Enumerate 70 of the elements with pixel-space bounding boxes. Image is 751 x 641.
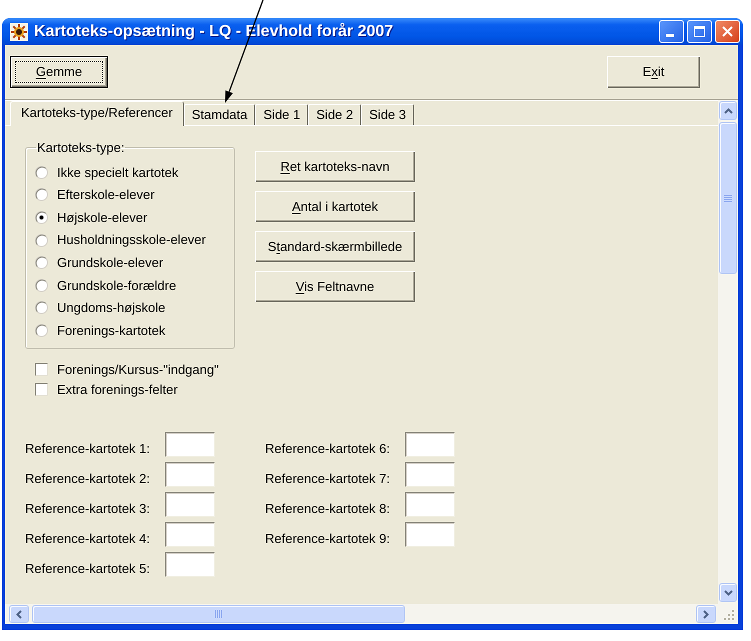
grip-icon <box>215 610 222 618</box>
radio-option[interactable]: Ikke specielt kartotek <box>35 161 230 184</box>
chevron-left-icon <box>16 610 22 618</box>
field-label: Reference-kartotek 9: <box>265 530 392 546</box>
tab[interactable]: Kartoteks-type/Referencer <box>10 101 184 126</box>
maximize-icon <box>694 26 705 37</box>
field-label: Reference-kartotek 8: <box>265 500 392 516</box>
group-label: Kartoteks-type: <box>36 140 126 155</box>
field-label: Reference-kartotek 2: <box>25 470 152 486</box>
text-input[interactable] <box>405 492 455 517</box>
field-label: Reference-kartotek 3: <box>25 500 152 516</box>
close-icon <box>722 26 733 37</box>
text-input[interactable] <box>165 462 215 487</box>
radio-icon[interactable] <box>35 166 48 179</box>
radio-icon[interactable] <box>35 301 48 314</box>
text-input[interactable] <box>405 432 455 457</box>
chevron-up-icon <box>724 108 732 114</box>
radio-icon[interactable] <box>35 256 48 270</box>
maximize-button[interactable] <box>687 20 712 43</box>
text-input[interactable] <box>405 522 455 547</box>
chevron-right-icon <box>703 610 709 618</box>
text-input[interactable] <box>165 432 215 457</box>
radio-option[interactable]: Husholdningsskole-elever <box>35 228 230 252</box>
save-button[interactable]: Gemme <box>10 56 108 88</box>
sunburst-icon <box>10 22 28 40</box>
minimize-icon <box>666 34 674 37</box>
scroll-right-button[interactable] <box>696 605 716 623</box>
scroll-up-button[interactable] <box>719 101 737 120</box>
checkbox-option[interactable]: Forenings/Kursus-"indgang" <box>35 360 219 380</box>
radio-option[interactable]: Grundskole-elever <box>35 251 230 274</box>
tab[interactable]: Side 1 <box>255 104 308 125</box>
field-label: Reference-kartotek 5: <box>25 560 152 576</box>
field-label: Reference-kartotek 4: <box>25 530 152 546</box>
scroll-thumb[interactable] <box>32 605 405 623</box>
checkbox-icon[interactable] <box>35 363 48 376</box>
checkbox-option[interactable]: Extra forenings-felter <box>35 380 178 400</box>
action-button[interactable]: Standard-skærmbillede <box>255 231 415 262</box>
action-button[interactable]: Vis Feltnavne <box>255 271 415 302</box>
radio-option[interactable]: Højskole-elever <box>35 206 230 229</box>
action-button[interactable]: Ret kartoteks-navn <box>255 151 415 182</box>
scroll-down-button[interactable] <box>719 583 737 602</box>
text-input[interactable] <box>165 492 215 517</box>
text-input[interactable] <box>405 462 455 487</box>
tab[interactable]: Side 2 <box>308 104 362 125</box>
close-button[interactable] <box>715 20 740 43</box>
tab[interactable]: Stamdata <box>184 104 256 125</box>
radio-icon[interactable] <box>35 278 48 292</box>
radio-option[interactable]: Ungdoms-højskole <box>35 296 230 320</box>
text-input[interactable] <box>165 522 215 547</box>
radio-icon[interactable] <box>35 234 48 247</box>
field-label: Reference-kartotek 1: <box>25 440 152 456</box>
radio-option[interactable]: Forenings-kartotek <box>35 319 230 342</box>
radio-icon[interactable] <box>35 324 48 337</box>
tab[interactable]: Side 3 <box>361 104 414 125</box>
minimize-button[interactable] <box>659 20 684 43</box>
radio-option[interactable]: Efterskole-elever <box>35 184 230 206</box>
radio-option[interactable]: Grundskole-forældre <box>35 274 230 297</box>
scroll-thumb[interactable] <box>719 122 737 274</box>
field-label: Reference-kartotek 6: <box>265 440 392 456</box>
exit-button[interactable]: Exit <box>607 56 700 88</box>
grip-icon <box>724 194 732 202</box>
text-input[interactable] <box>165 552 215 577</box>
action-button[interactable]: Antal i kartotek <box>255 191 415 222</box>
field-label: Reference-kartotek 7: <box>265 470 392 486</box>
resize-grip-icon[interactable] <box>724 610 735 621</box>
scroll-left-button[interactable] <box>9 605 29 623</box>
chevron-down-icon <box>724 590 732 596</box>
radio-icon[interactable] <box>35 210 48 224</box>
checkbox-icon[interactable] <box>35 383 48 396</box>
radio-icon[interactable] <box>35 188 48 202</box>
